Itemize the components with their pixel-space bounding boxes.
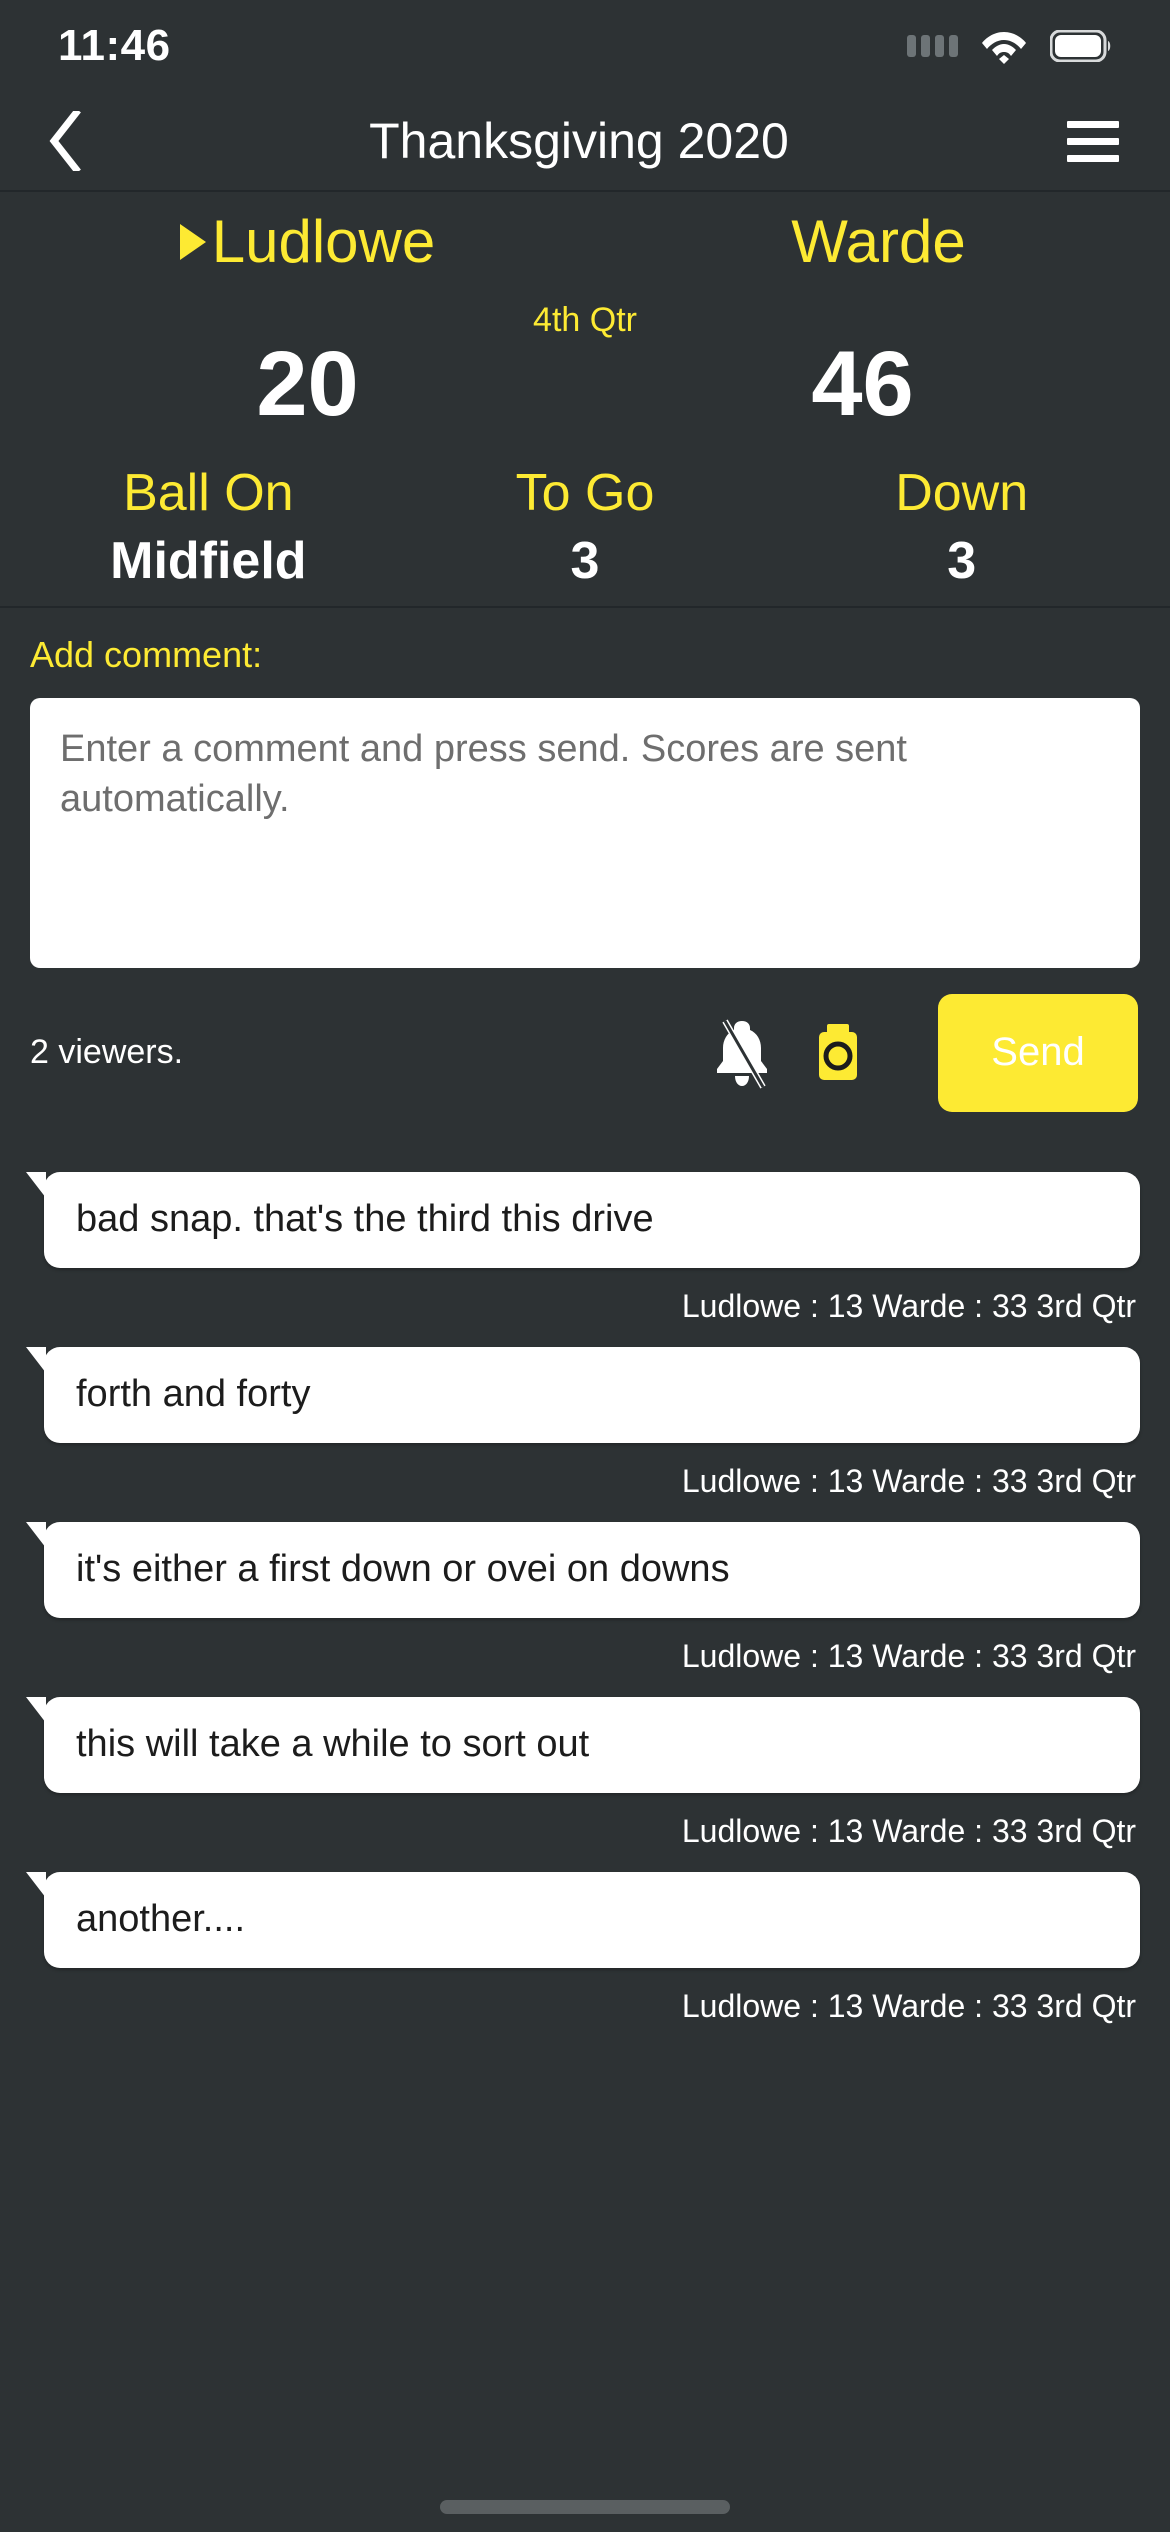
back-button[interactable] <box>30 106 100 176</box>
team-names-row: Ludlowe Warde <box>0 210 1170 273</box>
mute-notifications-button[interactable] <box>694 1005 790 1101</box>
list-item[interactable]: bad snap. that's the third this drive Lu… <box>26 1171 1140 1325</box>
message-meta: Ludlowe : 13 Warde : 33 3rd Qtr <box>681 1987 1136 2024</box>
bubble-wrap: this will take a while to sort out <box>26 1696 1140 1793</box>
home-score: 20 <box>256 333 359 435</box>
message-bubble: forth and forty <box>26 1346 1140 1443</box>
camera-button[interactable] <box>790 1005 886 1101</box>
message-bubble: bad snap. that's the third this drive <box>26 1171 1140 1268</box>
composer-toolbar: 2 viewers. Send <box>30 993 1140 1112</box>
list-item[interactable]: another.... Ludlowe : 13 Warde : 33 3rd … <box>26 1871 1140 2025</box>
list-item[interactable]: this will take a while to sort out Ludlo… <box>26 1696 1140 1850</box>
status-bar-indicators <box>907 28 1112 64</box>
stat-ball-on[interactable]: Ball On Midfield <box>20 464 397 592</box>
stat-value: 3 <box>570 531 600 590</box>
message-bubble: it's either a first down or ovei on down… <box>26 1521 1140 1618</box>
wifi-icon <box>982 32 1026 64</box>
game-stats-row: Ball On Midfield To Go 3 Down 3 <box>0 464 1170 592</box>
camera-icon <box>819 1023 857 1080</box>
bubble-wrap: forth and forty <box>26 1346 1140 1443</box>
message-meta: Ludlowe : 13 Warde : 33 3rd Qtr <box>681 1462 1136 1499</box>
message-meta: Ludlowe : 13 Warde : 33 3rd Qtr <box>681 1812 1136 1849</box>
signal-dots-icon <box>907 35 958 57</box>
message-list[interactable]: bad snap. that's the third this drive Lu… <box>0 1112 1170 2532</box>
stat-label: To Go <box>515 463 655 522</box>
home-team-name: Ludlowe <box>211 208 436 275</box>
add-comment-label: Add comment: <box>30 633 263 675</box>
bubble-wrap: another.... <box>26 1871 1140 1968</box>
home-team-block[interactable]: Ludlowe <box>30 210 585 273</box>
status-bar-clock: 11:46 <box>58 21 171 70</box>
stat-down[interactable]: Down 3 <box>773 464 1150 592</box>
list-item[interactable]: it's either a first down or ovei on down… <box>26 1521 1140 1675</box>
bubble-wrap: it's either a first down or ovei on down… <box>26 1521 1140 1618</box>
stat-label: Ball On <box>123 463 294 522</box>
stat-to-go[interactable]: To Go 3 <box>397 464 774 592</box>
navigation-bar: Thanksgiving 2020 <box>0 92 1170 192</box>
hamburger-menu-icon[interactable] <box>1058 106 1128 176</box>
away-team-name: Warde <box>791 208 966 275</box>
home-score-block[interactable]: 20 <box>30 332 585 438</box>
comment-input[interactable]: Enter a comment and press send. Scores a… <box>30 697 1140 968</box>
away-team-block[interactable]: Warde <box>585 210 1140 273</box>
list-item[interactable]: forth and forty Ludlowe : 13 Warde : 33 … <box>26 1346 1140 1500</box>
stat-value: Midfield <box>110 531 307 590</box>
message-meta: Ludlowe : 13 Warde : 33 3rd Qtr <box>681 1637 1136 1674</box>
stat-label: Down <box>895 463 1029 522</box>
battery-full-icon <box>1050 30 1111 62</box>
bell-off-icon <box>717 1019 767 1089</box>
chevron-left-icon <box>49 111 81 171</box>
message-meta: Ludlowe : 13 Warde : 33 3rd Qtr <box>681 1287 1136 1324</box>
viewers-count: 2 viewers. <box>30 1033 184 1072</box>
message-bubble: this will take a while to sort out <box>26 1696 1140 1793</box>
away-score-block[interactable]: 46 <box>585 332 1140 438</box>
bubble-wrap: bad snap. that's the third this drive <box>26 1171 1140 1268</box>
home-indicator[interactable] <box>440 2500 730 2514</box>
send-button[interactable]: Send <box>938 993 1138 1112</box>
page-title: Thanksgiving 2020 <box>369 113 789 169</box>
away-score: 46 <box>811 333 914 435</box>
stat-value: 3 <box>947 531 977 590</box>
possession-arrow-icon <box>179 223 206 260</box>
status-bar: 11:46 <box>0 0 1170 92</box>
message-bubble: another.... <box>26 1871 1140 1968</box>
scoreboard: Ludlowe Warde 4th Qtr 20 46 Ball On Midf… <box>0 192 1170 608</box>
comment-composer: Add comment: Enter a comment and press s… <box>0 608 1170 1112</box>
scores-row: 20 46 <box>0 332 1170 438</box>
app-screen: 11:46 Thanksgiving 2020 Ludlowe Warde 4t… <box>0 0 1170 2532</box>
